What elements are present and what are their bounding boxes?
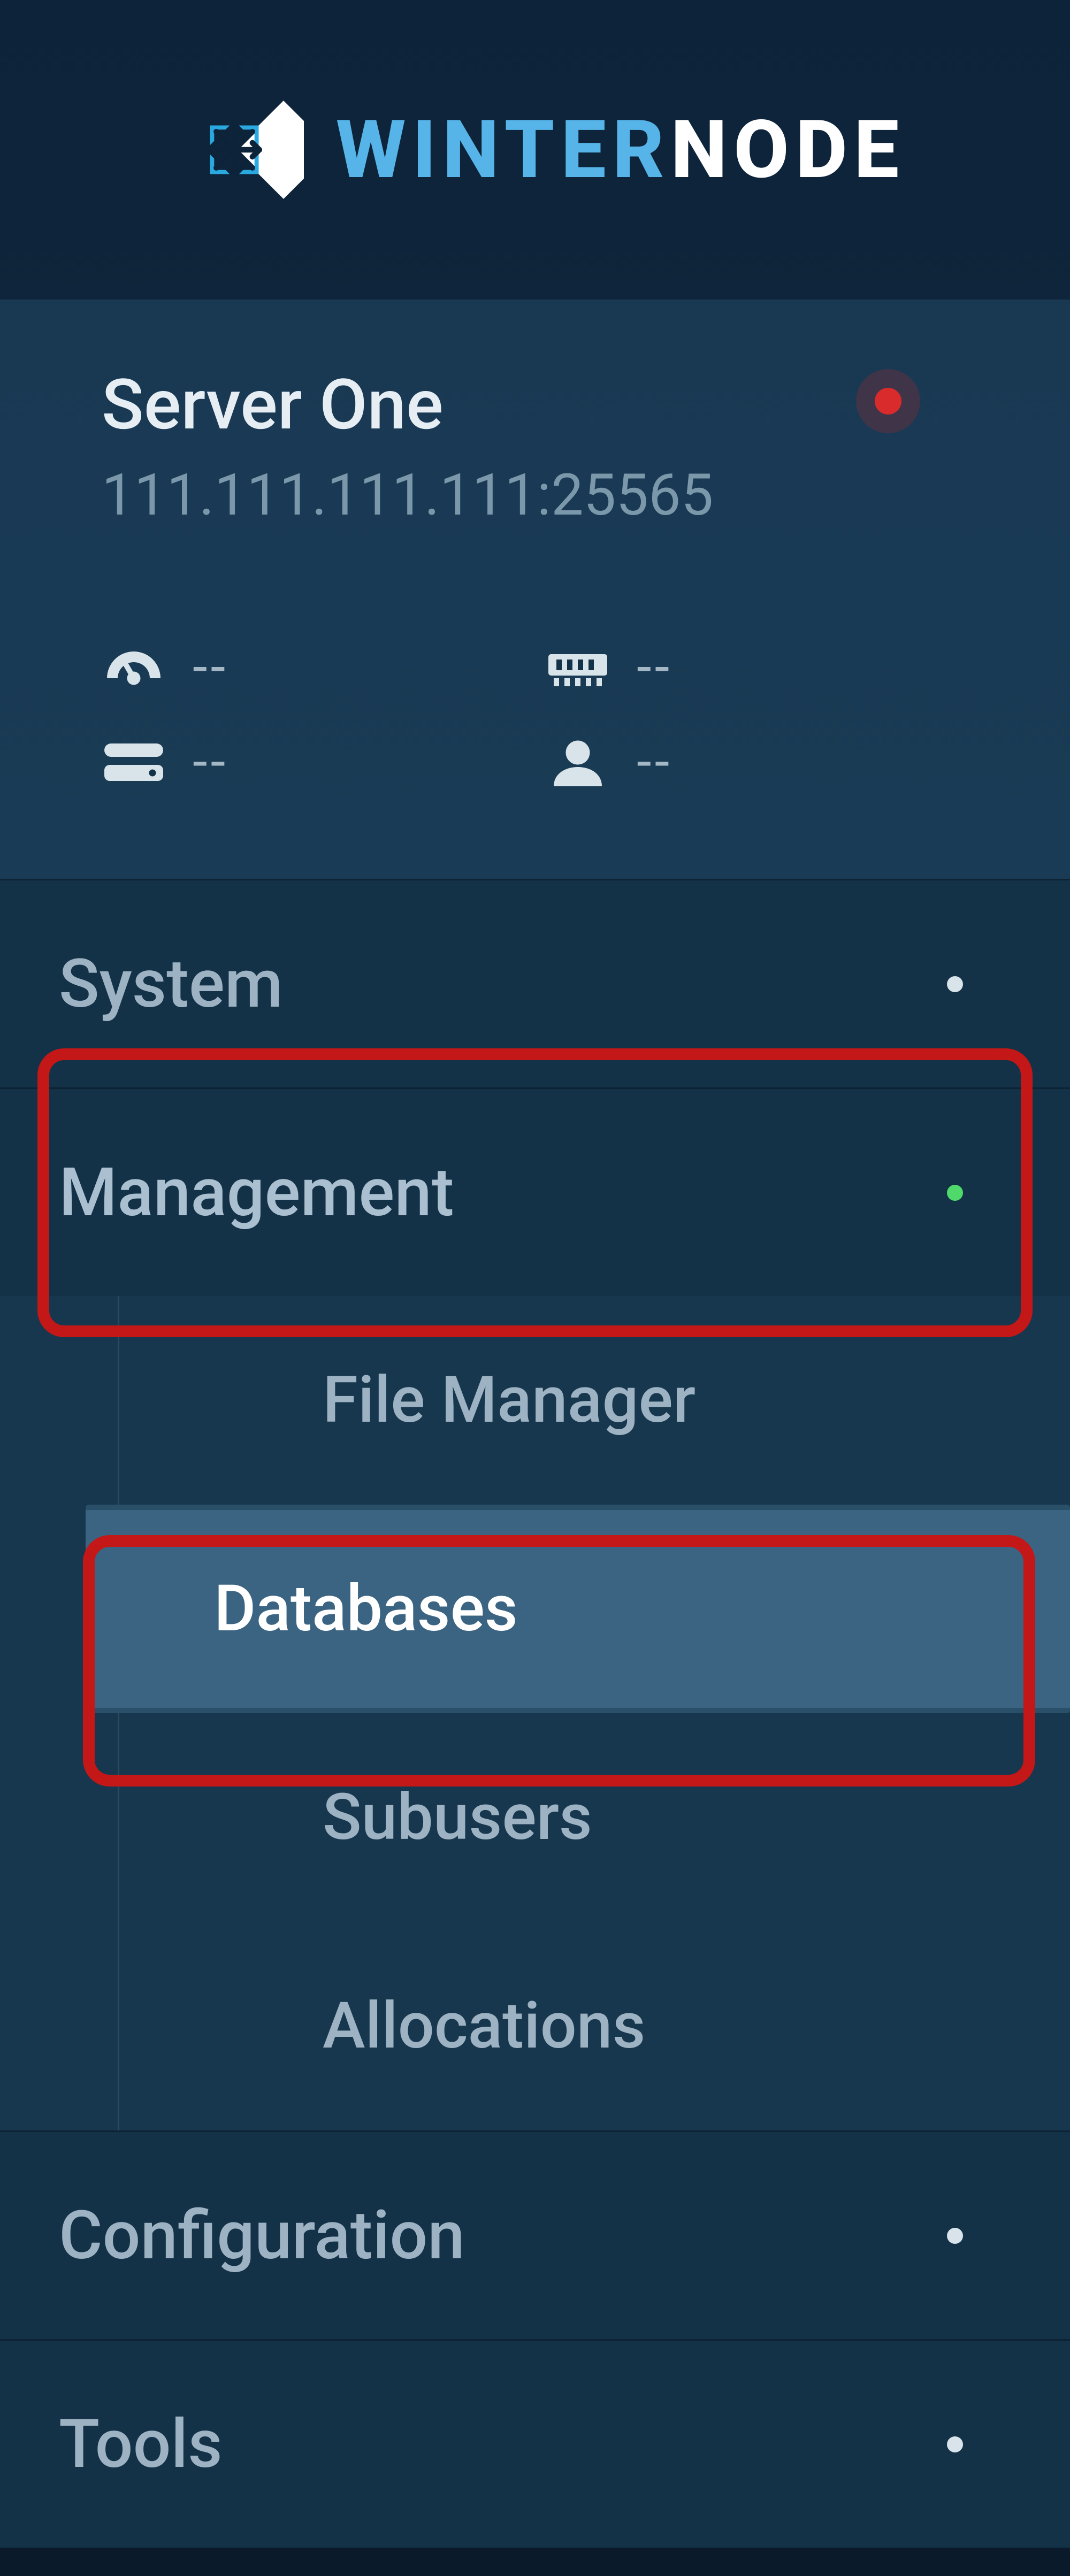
- sidebar: WINTER NODE Server One 111.111.111.111:2…: [0, 0, 1070, 2548]
- dot-icon: [947, 1185, 963, 1201]
- dot-icon: [947, 976, 963, 992]
- server-address[interactable]: 111.111.111.111:25565: [102, 462, 968, 529]
- stat-memory: --: [546, 636, 968, 699]
- dot-icon: [947, 2228, 963, 2244]
- nav-section-configuration[interactable]: Configuration: [0, 2130, 1070, 2339]
- memory-icon: [546, 643, 610, 692]
- brand-text-node: NODE: [671, 110, 906, 190]
- brand-wordmark: WINTER NODE: [336, 110, 905, 190]
- server-stats: -- --: [102, 636, 968, 793]
- dot-icon: [947, 2436, 963, 2452]
- server-name: Server One: [102, 364, 968, 446]
- nav-section-management[interactable]: Management: [0, 1087, 1070, 1296]
- disk-icon: [102, 738, 166, 786]
- brand-logo[interactable]: WINTER NODE: [0, 0, 1070, 300]
- stat-users: --: [546, 731, 968, 793]
- nav-section-label: Management: [59, 1153, 454, 1232]
- nav-section-label: Configuration: [59, 2196, 465, 2275]
- nav-item-label: File Manager: [323, 1363, 696, 1438]
- nav-item-subusers[interactable]: Subusers: [118, 1713, 1070, 1922]
- nav-item-label: Databases: [214, 1571, 518, 1646]
- nav-item-label: Subusers: [323, 1780, 592, 1855]
- gauge-icon: [102, 643, 166, 692]
- server-summary-card: Server One 111.111.111.111:25565 --: [0, 300, 1070, 879]
- nav-item-allocations[interactable]: Allocations: [118, 1922, 1070, 2130]
- nav-section-label: System: [59, 945, 283, 1023]
- stat-cpu-value: --: [193, 636, 228, 699]
- nav-item-file-manager[interactable]: File Manager: [118, 1296, 1070, 1505]
- stat-disk: --: [102, 731, 524, 793]
- stat-users-value: --: [637, 731, 672, 793]
- nav-submenu-management: File Manager Databases Subusers Allocati…: [0, 1296, 1070, 2130]
- stat-memory-value: --: [637, 636, 672, 699]
- nav-item-databases[interactable]: Databases: [86, 1505, 1070, 1713]
- nav-section-label: Tools: [59, 2405, 223, 2483]
- stat-cpu: --: [102, 636, 524, 699]
- nav-item-label: Allocations: [323, 1989, 645, 2064]
- nav-section-tools[interactable]: Tools: [0, 2339, 1070, 2548]
- user-icon: [546, 738, 610, 786]
- snowflake-logo-icon: [165, 80, 304, 219]
- server-status-indicator: [856, 369, 920, 433]
- brand-text-winter: WINTER: [336, 110, 671, 190]
- stat-disk-value: --: [193, 731, 228, 793]
- nav-section-system[interactable]: System: [0, 879, 1070, 1087]
